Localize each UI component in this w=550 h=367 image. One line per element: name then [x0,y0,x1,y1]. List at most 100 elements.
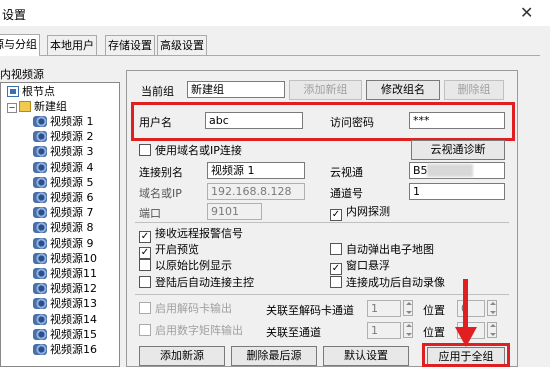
decoder-output-checkbox[interactable]: 启用解码卡输出 [139,302,232,316]
collapse-icon[interactable]: − [7,103,17,113]
tree-item-source[interactable]: 视频源12 [33,282,97,296]
channel-field[interactable]: 1 [409,183,505,200]
port-field[interactable]: 9101 [207,203,262,220]
checkbox-label: 使用域名或IP连接 [155,144,242,157]
tree-item-label: 视频源13 [50,297,97,311]
edge-strip [540,55,550,365]
tree-root[interactable]: 根节点 [7,85,55,99]
checkbox-label: 窗口悬浮 [346,259,390,272]
decoder-position-field[interactable]: 0 [457,300,485,317]
close-icon[interactable]: ✕ [520,3,533,22]
channel-label: 通道号 [330,187,363,200]
popup-map-checkbox[interactable]: 自动弹出电子地图 [330,243,434,257]
tree-item-source[interactable]: 视频源 2 [33,130,94,144]
delete-group-button[interactable]: 删除组 [444,80,504,100]
tree-item-source[interactable]: 视频源16 [33,343,97,357]
alias-field[interactable]: 视频源 1 [207,162,305,179]
tab-local-users[interactable]: 本地用户 [47,35,97,55]
tree-item-source[interactable]: 视频源15 [33,328,97,342]
checkbox-label: 开启预览 [155,243,199,256]
camera-icon [33,328,47,340]
tab-label: 源与分组 [0,38,37,51]
tree-item-label: 视频源 5 [50,175,94,189]
auto-record-checkbox[interactable]: 连接成功后自动录像 [330,276,445,290]
matrix-assoc-label: 关联至通道 [266,326,321,339]
cloud-id-value: B5 [413,164,428,177]
matrix-channel-field[interactable]: 1 [367,322,401,339]
checkbox-label: 接收远程报警信号 [155,227,243,240]
camera-icon [33,283,47,295]
source-tree[interactable]: 根节点 − 新建组 视频源 1 视频源 2 视频源 3 视频源 4 视频源 5 视频源 6 视… [0,82,120,367]
use-domain-checkbox[interactable]: 使用域名或IP连接 [139,144,242,158]
tree-item-label: 视频源16 [50,343,97,356]
matrix-output-checkbox[interactable]: 启用数字矩阵输出 [139,324,243,338]
tree-item-source[interactable]: 视频源 6 [33,191,94,205]
checkbox-box [139,144,151,156]
folder-icon [19,101,31,112]
checkbox-label: 登陆后自动连接主控 [155,276,254,289]
matrix-channel-spinner[interactable] [403,322,413,338]
tree-item-source[interactable]: 视频源 4 [33,161,94,175]
matrix-position-label: 位置 [423,326,445,339]
camera-icon [33,207,47,219]
camera-icon [33,222,47,234]
tree-item-label: 视频源 4 [50,160,94,174]
tree-item-source[interactable]: 视频源 8 [33,221,94,235]
decoder-position-spinner[interactable] [487,300,497,316]
alias-label: 连接别名 [139,166,183,179]
tree-group-label: 内视频源 [0,68,44,81]
checkbox-box: ✓ [330,263,342,275]
decoder-assoc-label: 关联至解码卡通道 [266,304,354,317]
add-source-button[interactable]: 添加新源 [139,346,225,366]
alarm-checkbox[interactable]: ✓ 接收远程报警信号 [139,227,243,243]
decoder-channel-spinner[interactable] [403,300,413,316]
checkbox-label: 自动弹出电子地图 [346,243,434,256]
cloud-diagnose-button[interactable]: 云视通诊断 [411,140,505,160]
default-settings-button[interactable]: 默认设置 [323,346,409,366]
tab-advanced[interactable]: 高级设置 [157,35,207,55]
tab-label: 本地用户 [50,39,94,52]
tab-sources-groups[interactable]: 源与分组 [0,34,40,56]
add-group-button[interactable]: 添加新组 [289,80,362,100]
camera-icon [33,252,47,264]
checkbox-box: ✓ [139,247,151,259]
matrix-position-spinner[interactable] [487,322,497,338]
checkbox-label: 内网探测 [346,205,390,218]
root-node-icon [7,86,19,97]
camera-icon [33,176,47,188]
auto-stream-checkbox[interactable]: 登陆后自动连接主控 [139,276,254,290]
camera-icon [33,146,47,158]
current-group-field[interactable]: 新建组 [187,81,285,98]
decoder-channel-field[interactable]: 1 [367,300,401,317]
decoder-position-label: 位置 [423,304,445,317]
tree-item-source[interactable]: 视频源 1 [33,115,94,129]
delete-last-source-button[interactable]: 删除最后源 [231,346,317,366]
checkbox-box [139,324,151,336]
checkbox-label: 连接成功后自动录像 [346,276,445,289]
original-ratio-checkbox[interactable]: 以原始比例显示 [139,259,232,273]
checkbox-box: ✓ [139,231,151,243]
tree-item-source[interactable]: 视频源10 [33,252,97,266]
tree-folder[interactable]: − 新建组 [7,100,67,114]
tree-item-source[interactable]: 视频源13 [33,297,97,311]
checkbox-box [330,276,342,288]
settings-content: 当前组 新建组 添加新组 修改组名 删除组 用户名 abc 访问密码 *** 使… [126,70,518,367]
preview-checkbox[interactable]: ✓ 开启预览 [139,243,199,259]
tree-item-source[interactable]: 视频源 9 [33,237,94,251]
redaction-blur [427,164,473,177]
tree-item-label: 视频源 9 [50,236,94,250]
float-window-checkbox[interactable]: ✓ 窗口悬浮 [330,259,390,275]
tree-item-source[interactable]: 视频源 3 [33,145,94,159]
tab-label: 高级设置 [160,39,204,52]
domain-field[interactable]: 192.168.8.128 [207,183,305,200]
tab-storage[interactable]: 存储设置 [105,35,155,55]
checkbox-label: 启用解码卡输出 [155,302,232,315]
rename-group-button[interactable]: 修改组名 [366,80,440,100]
checkbox-box [139,302,151,314]
current-group-label: 当前组 [141,85,174,98]
tree-item-source[interactable]: 视频源14 [33,313,97,327]
tree-item-source[interactable]: 视频源11 [33,267,97,281]
tree-item-source[interactable]: 视频源 7 [33,206,94,220]
lan-probe-checkbox[interactable]: ✓ 内网探测 [330,205,390,221]
tree-item-source[interactable]: 视频源 5 [33,176,94,190]
